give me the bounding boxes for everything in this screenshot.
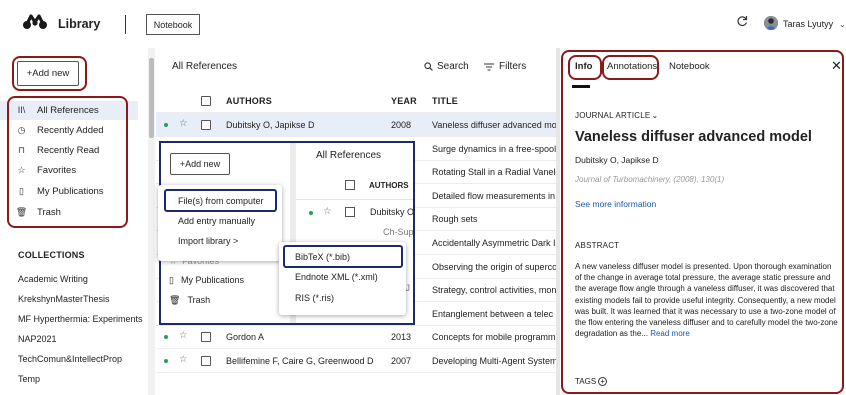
unread-dot — [164, 335, 168, 340]
table-row[interactable]: ☆ Gordon A 2013 Concepts for mobile program… — [156, 325, 556, 350]
chevron-down-icon[interactable]: ⌄ — [839, 20, 846, 29]
column-header-year[interactable]: YEAR — [391, 96, 417, 106]
sidebar-scrollbar[interactable] — [148, 48, 155, 395]
row-checkbox[interactable] — [201, 120, 211, 130]
row-title: Rotating Stall in a Radial Vanele — [432, 167, 556, 178]
row-title: Surge dynamics in a free-spool — [432, 143, 556, 154]
filters-button[interactable]: Filters — [484, 61, 526, 72]
search-icon — [424, 62, 433, 71]
avatar[interactable] — [764, 16, 778, 30]
bibtex-highlight — [283, 245, 403, 268]
unread-dot — [164, 359, 168, 363]
collection-item[interactable]: MF Hyperthermia: Experiments — [18, 314, 143, 324]
column-header-title[interactable]: TITLE — [432, 96, 458, 106]
collections-header: COLLECTIONS — [18, 250, 85, 260]
mendeley-logo-icon[interactable] — [22, 14, 48, 30]
inset-row-author: Dubitsky O, Ja — [370, 207, 415, 217]
row-checkbox[interactable] — [201, 332, 211, 343]
add-new-highlight — [12, 56, 87, 91]
inset-star-icon[interactable]: ☆ — [323, 206, 332, 217]
top-bar — [0, 0, 846, 48]
star-icon[interactable]: ☆ — [179, 118, 188, 129]
table-row[interactable]: ☆ Bellifemine F, Caire G, Greenwood D 2007… — [156, 349, 556, 373]
row-title: Accidentally Asymmetric Dark I — [432, 238, 556, 248]
select-all-checkbox[interactable] — [201, 96, 211, 106]
nav-highlight — [7, 96, 128, 228]
row-year: 2007 — [391, 356, 412, 366]
search-label: Search — [437, 61, 469, 72]
sync-icon[interactable] — [736, 15, 748, 27]
inset-list-title: All References — [316, 150, 382, 161]
menu-item-add-entry-manually[interactable]: Add entry manually — [178, 216, 255, 226]
row-checkbox[interactable] — [201, 356, 211, 366]
inset-unread-dot — [309, 211, 313, 215]
row-authors: Gordon A — [226, 332, 265, 343]
row-title: Entanglement between a telec — [432, 308, 554, 319]
row-title: Vaneless diffuser advanced mo — [432, 120, 556, 130]
star-icon[interactable]: ☆ — [179, 354, 188, 365]
filters-label: Filters — [499, 61, 527, 72]
row-title: Strategy, control activities, mon — [432, 285, 556, 296]
collection-item[interactable]: Temp — [18, 374, 40, 384]
row-year: 2013 — [391, 332, 412, 343]
unread-dot — [164, 123, 168, 127]
inset-column-authors: AUTHORS — [369, 181, 409, 190]
row-title: Detailed flow measurements in — [432, 190, 556, 201]
list-title: All References — [172, 61, 238, 72]
menu-item-ris[interactable]: RIS (*.ris) — [295, 293, 334, 303]
column-header-authors[interactable]: AUTHORS — [226, 96, 272, 106]
panel-highlight — [561, 50, 844, 394]
row-title: Developing Multi-Agent System — [432, 356, 556, 366]
inset-row-partial: Ch-Supp — [383, 227, 415, 237]
collection-item[interactable]: Academic Writing — [18, 274, 88, 284]
menu-item-endnote-xml[interactable]: Endnote XML (*.xml) — [295, 272, 378, 282]
search-button[interactable]: Search — [424, 61, 469, 72]
inset-select-checkbox[interactable] — [345, 180, 355, 190]
row-title: Observing the origin of superco — [432, 261, 556, 272]
publications-icon: ▯ — [169, 275, 174, 285]
page-title: Library — [58, 17, 101, 31]
collection-item[interactable]: NAP2021 — [18, 334, 57, 344]
trash-icon: 🗑 — [169, 295, 181, 305]
filter-icon — [484, 62, 494, 71]
menu-item-import-library[interactable]: Import library > — [178, 236, 238, 246]
inset-trash[interactable]: 🗑 Trash — [169, 295, 210, 306]
inset-row-checkbox[interactable] — [345, 207, 355, 217]
table-header-row: AUTHORS YEAR TITLE — [156, 89, 556, 113]
row-year: 2008 — [391, 120, 412, 130]
user-name[interactable]: Taras Lyutyy — [783, 19, 833, 29]
notebook-button[interactable]: Notebook — [146, 14, 200, 35]
collection-item[interactable]: KrekshynMasterThesis — [18, 294, 110, 304]
collection-item[interactable]: TechComun&IntellectProp — [18, 354, 122, 364]
row-authors: Dubitsky O, Japikse D — [226, 120, 315, 130]
star-icon[interactable]: ☆ — [179, 330, 188, 341]
inset-add-new-button[interactable]: +Add new — [170, 153, 230, 175]
files-highlight — [164, 189, 277, 212]
header-divider — [125, 15, 126, 34]
table-row[interactable]: ☆ Dubitsky O, Japikse D 2008 Vaneless diffu… — [156, 113, 556, 137]
row-title: Concepts for mobile programmi — [432, 332, 556, 343]
inset-my-publications[interactable]: ▯ My Publications — [169, 275, 244, 286]
row-authors: Bellifemine F, Caire G, Greenwood D — [226, 356, 374, 366]
row-title: Rough sets — [432, 214, 478, 225]
